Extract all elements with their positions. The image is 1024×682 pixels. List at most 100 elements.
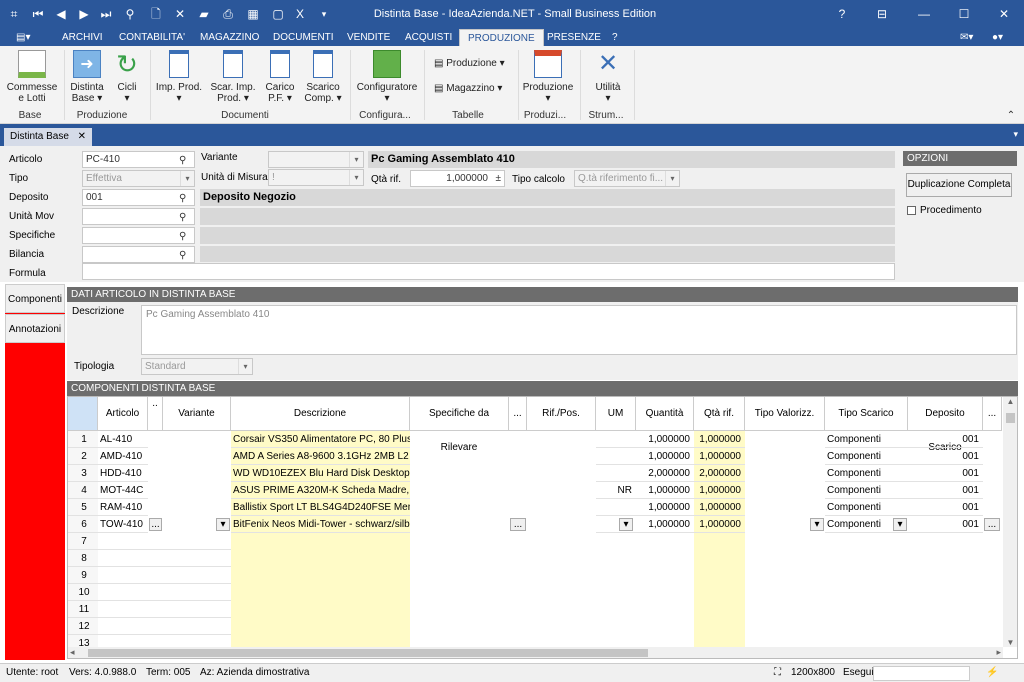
tab-magazzino[interactable]: MAGAZZINO	[200, 31, 259, 46]
um-dropdown[interactable]: ▾	[619, 518, 633, 531]
tab-produzione[interactable]: PRODUZIONE	[459, 29, 544, 46]
cell-um[interactable]	[596, 465, 636, 482]
col-deposito-scarico[interactable]: Deposito Scarico	[908, 397, 983, 453]
cell-um[interactable]: NR	[596, 482, 636, 499]
tab-componenti[interactable]: Componenti	[5, 284, 65, 313]
tab-contabilita[interactable]: CONTABILITA'	[119, 31, 185, 46]
cell-articolo[interactable]: TOW-410	[98, 516, 148, 533]
print-icon[interactable]: ⎙	[220, 6, 236, 22]
cell-descrizione[interactable]: ASUS PRIME A320M-K Scheda Madre, AM	[231, 482, 410, 499]
col-ellipsis[interactable]: ...	[509, 397, 527, 431]
table-row[interactable]	[98, 567, 231, 584]
cell-deposito-scarico[interactable]: 001	[908, 448, 983, 465]
cell-tipo-scarico[interactable]: Componenti	[825, 431, 908, 448]
cell-quantita[interactable]: 2,000000	[636, 465, 694, 482]
tab-acquisti[interactable]: ACQUISTI	[405, 31, 452, 46]
specifiche-button[interactable]: ...	[510, 518, 526, 531]
user-icon[interactable]: ●▾	[992, 31, 1003, 46]
ellipsis-button[interactable]: ...	[149, 518, 162, 531]
carico-pf-button[interactable]: Carico P.F. ▾	[262, 50, 298, 104]
cell-um[interactable]	[596, 431, 636, 448]
tab-list-icon[interactable]: ▾	[1013, 129, 1018, 140]
col-variante[interactable]: Variante	[163, 397, 231, 431]
cell-descrizione[interactable]: AMD A Series A8-9600 3.1GHz 2MB L2 Box	[231, 448, 410, 465]
articolo-field[interactable]: PC-410 ⚲	[82, 151, 195, 168]
document-icon[interactable]: ▢	[270, 6, 286, 22]
prev-record-icon[interactable]: ◀	[53, 6, 69, 22]
cell-articolo[interactable]: AL-410	[98, 431, 148, 448]
cell-deposito-scarico[interactable]: 001	[908, 499, 983, 516]
search-icon[interactable]: ⚲	[122, 6, 138, 22]
table-row[interactable]	[98, 550, 231, 567]
configuratore-button[interactable]: Configuratore ▾	[355, 50, 419, 104]
scarico-comp-button[interactable]: Scarico Comp. ▾	[302, 50, 344, 104]
col-articolo[interactable]: Articolo	[98, 397, 148, 431]
spin-icon[interactable]: ±	[496, 171, 502, 186]
lightning-icon[interactable]: ⚡	[986, 667, 998, 678]
cell-articolo[interactable]: AMD-410	[98, 448, 148, 465]
col-specifiche[interactable]: Specifiche da Rilevare	[410, 397, 509, 453]
table-row[interactable]	[98, 533, 231, 550]
search-icon[interactable]: ⚲	[179, 229, 192, 242]
col-descrizione[interactable]: Descrizione	[231, 397, 410, 431]
distinta-base-button[interactable]: ➜ Distinta Base ▾	[68, 50, 106, 104]
cell-descrizione[interactable]: WD WD10EZEX Blu Hard Disk Desktop da	[231, 465, 410, 482]
col-um[interactable]: UM	[596, 397, 636, 431]
table-row[interactable]	[98, 618, 231, 635]
tipo-scarico-dropdown[interactable]: ▾	[893, 518, 907, 531]
col-quantita[interactable]: Quantità	[636, 397, 694, 431]
unita-mov-field[interactable]: ⚲	[82, 208, 195, 225]
cell-qta-rif[interactable]: 1,000000	[694, 516, 745, 533]
tipologia-select[interactable]: Standard ▾	[141, 358, 253, 375]
table-row[interactable]	[98, 601, 231, 618]
cell-quantita[interactable]: 1,000000	[636, 482, 694, 499]
cell-tipo-scarico[interactable]: Componenti	[825, 465, 908, 482]
file-menu-icon[interactable]: ▤▾	[16, 31, 30, 46]
search-icon[interactable]: ⚲	[179, 191, 192, 204]
resize-icon[interactable]: ⛶	[774, 667, 781, 678]
cell-descrizione[interactable]: Corsair VS350 Alimentatore PC, 80 Plus, …	[231, 431, 410, 448]
magazzino-table-button[interactable]: ▤ Magazzino ▾	[434, 81, 502, 97]
cell-articolo[interactable]: HDD-410	[98, 465, 148, 482]
folder-icon[interactable]: ▰	[196, 6, 212, 22]
vertical-scrollbar[interactable]: ▲ ▼	[1003, 397, 1017, 647]
scroll-thumb-h[interactable]	[88, 649, 648, 657]
commesse-lotti-button[interactable]: Commesse e Lotti	[6, 50, 58, 104]
tipo-select[interactable]: Effettiva ▾	[82, 170, 195, 187]
col-more[interactable]: ...	[983, 397, 1002, 431]
col-dots[interactable]: ..	[148, 397, 163, 431]
col-qta-rif[interactable]: Qtà rif.	[694, 397, 745, 431]
cell-descrizione[interactable]: Ballistix Sport LT BLS4G4D240FSE Memoria	[231, 499, 410, 516]
descrizione-field[interactable]: Pc Gaming Assemblato 410	[141, 305, 1017, 355]
tipo-valorizz-dropdown[interactable]: ▾	[810, 518, 824, 531]
cell-um[interactable]	[596, 448, 636, 465]
cell-quantita[interactable]: 1,000000	[636, 431, 694, 448]
produzione-table-button[interactable]: ▤ Produzione ▾	[434, 56, 505, 72]
cell-tipo-scarico[interactable]: Componenti	[825, 499, 908, 516]
first-record-icon[interactable]: ⏮	[30, 6, 46, 22]
tab-annotazioni[interactable]: Annotazioni	[5, 314, 65, 343]
cell-deposito-scarico[interactable]: 001	[908, 482, 983, 499]
mail-icon[interactable]: ✉▾	[960, 31, 973, 46]
cell-qta-rif[interactable]: 1,000000	[694, 482, 745, 499]
unita-misura-select[interactable]: ! ▾	[268, 169, 364, 186]
cell-qta-rif[interactable]: 1,000000	[694, 431, 745, 448]
cell-deposito-scarico[interactable]: 001	[908, 431, 983, 448]
cell-qta-rif[interactable]: 2,000000	[694, 465, 745, 482]
cell-deposito-scarico[interactable]: 001	[908, 465, 983, 482]
cell-qta-rif[interactable]: 1,000000	[694, 499, 745, 516]
cell-articolo[interactable]: RAM-410	[98, 499, 148, 516]
last-record-icon[interactable]: ⏭	[98, 6, 114, 22]
collapse-ribbon-icon[interactable]: ⌃	[1004, 110, 1018, 121]
bilancia-field[interactable]: ⚲	[82, 246, 195, 263]
esegui-input[interactable]	[873, 666, 970, 681]
help-icon[interactable]: ?	[834, 6, 850, 22]
minimize-icon[interactable]: —	[916, 6, 932, 22]
maximize-icon[interactable]: ☐	[956, 6, 972, 22]
col-tipo-scarico[interactable]: Tipo Scarico	[825, 397, 908, 431]
tab-documenti[interactable]: DOCUMENTI	[273, 31, 334, 46]
scroll-up-icon[interactable]: ▲	[1003, 397, 1017, 406]
cell-quantita[interactable]: 1,000000	[636, 499, 694, 516]
cell-tipo-scarico[interactable]: Componenti	[825, 482, 908, 499]
cell-quantita[interactable]: 1,000000	[636, 448, 694, 465]
